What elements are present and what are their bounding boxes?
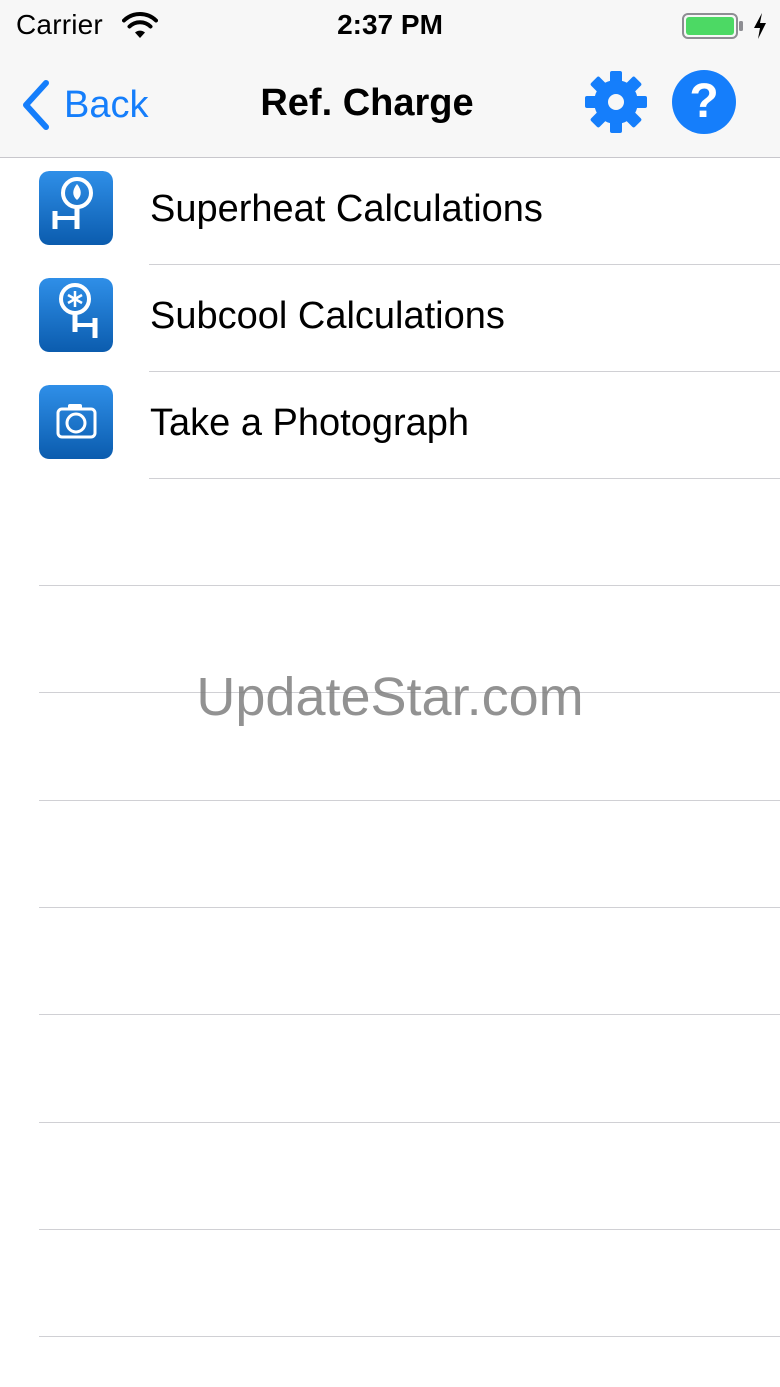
status-time: 2:37 PM bbox=[337, 9, 443, 40]
empty-row-separator bbox=[39, 1229, 780, 1230]
menu-item-label: Subcool Calculations bbox=[150, 295, 505, 337]
charging-bolt-icon bbox=[754, 13, 766, 39]
empty-row-separator bbox=[39, 1122, 780, 1123]
empty-row-separator bbox=[39, 585, 780, 586]
camera-icon bbox=[39, 385, 113, 459]
superheat-gauge-icon bbox=[39, 171, 113, 245]
battery-icon bbox=[682, 13, 743, 39]
help-icon: ? bbox=[689, 75, 719, 128]
status-bar: Carrier 2:37 PM bbox=[0, 0, 780, 54]
menu-item-superheat[interactable]: Superheat Calculations bbox=[0, 158, 780, 265]
empty-row-separator bbox=[39, 1014, 780, 1015]
gear-icon[interactable] bbox=[584, 70, 648, 134]
subcool-gauge-icon bbox=[39, 278, 113, 352]
row-separator bbox=[149, 478, 780, 479]
empty-row-separator bbox=[39, 1336, 780, 1337]
menu-item-label: Superheat Calculations bbox=[150, 188, 543, 230]
empty-row-separator bbox=[39, 800, 780, 801]
menu-item-subcool[interactable]: Subcool Calculations bbox=[0, 265, 780, 372]
help-button[interactable]: ? bbox=[672, 70, 736, 134]
watermark: UpdateStar.com bbox=[196, 667, 584, 727]
menu-item-photograph[interactable]: Take a Photograph bbox=[0, 372, 780, 479]
menu-item-label: Take a Photograph bbox=[150, 402, 470, 444]
empty-row-separator bbox=[39, 907, 780, 908]
menu-list: Superheat Calculations Subcool Calculati… bbox=[0, 158, 780, 479]
navigation-bar: Back Ref. Charge ? bbox=[0, 54, 780, 158]
